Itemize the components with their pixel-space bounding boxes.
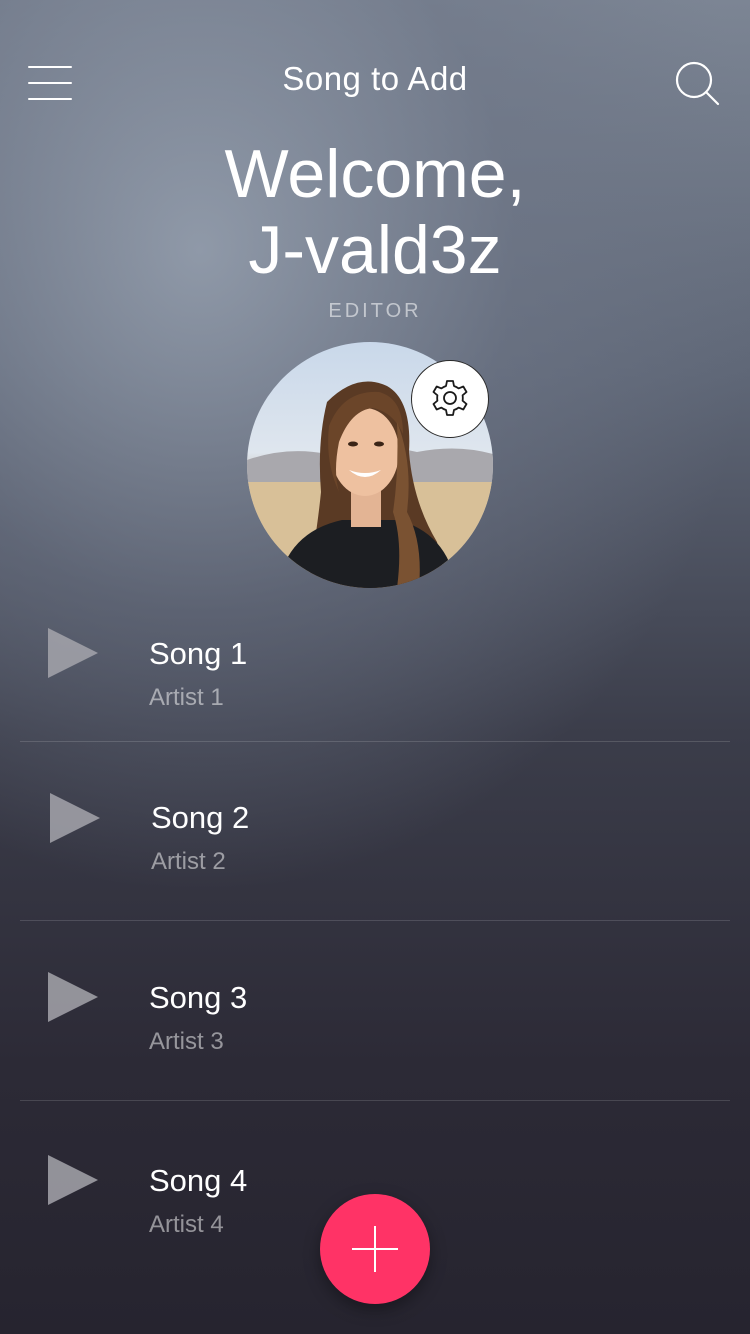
- gear-icon: [432, 380, 468, 416]
- song-artist: Artist 2: [151, 848, 226, 875]
- app-title: Song to Add: [282, 60, 468, 97]
- play-icon[interactable]: [48, 1155, 98, 1205]
- song-row-1[interactable]: Song 1 Artist 1: [0, 628, 750, 740]
- list-divider: [20, 920, 730, 921]
- song-title: Song 3: [149, 980, 248, 1015]
- song-artist: Artist 4: [149, 1211, 224, 1238]
- song-artist: Artist 3: [149, 1028, 224, 1055]
- search-icon: [675, 61, 720, 106]
- play-icon[interactable]: [48, 972, 98, 1022]
- welcome-greeting: Welcome,: [224, 136, 526, 212]
- user-role-label: EDITOR: [328, 300, 422, 322]
- menu-icon-line: [28, 98, 72, 100]
- welcome-heading: Welcome, J-vald3z: [0, 136, 750, 288]
- play-icon[interactable]: [50, 793, 100, 843]
- song-row-3[interactable]: Song 3 Artist 3: [0, 972, 750, 1098]
- plus-icon: [374, 1226, 376, 1272]
- list-divider: [20, 741, 730, 742]
- list-divider: [20, 1100, 730, 1101]
- song-row-2[interactable]: Song 2 Artist 2: [0, 793, 750, 919]
- song-title: Song 2: [151, 800, 250, 835]
- welcome-username: J-vald3z: [248, 212, 502, 288]
- add-song-button[interactable]: [320, 1194, 430, 1304]
- song-title: Song 1: [149, 636, 248, 671]
- profile-settings-button[interactable]: [411, 360, 489, 438]
- song-title: Song 4: [149, 1163, 248, 1198]
- song-artist: Artist 1: [149, 684, 224, 711]
- search-button[interactable]: [674, 60, 722, 108]
- play-icon[interactable]: [48, 628, 98, 678]
